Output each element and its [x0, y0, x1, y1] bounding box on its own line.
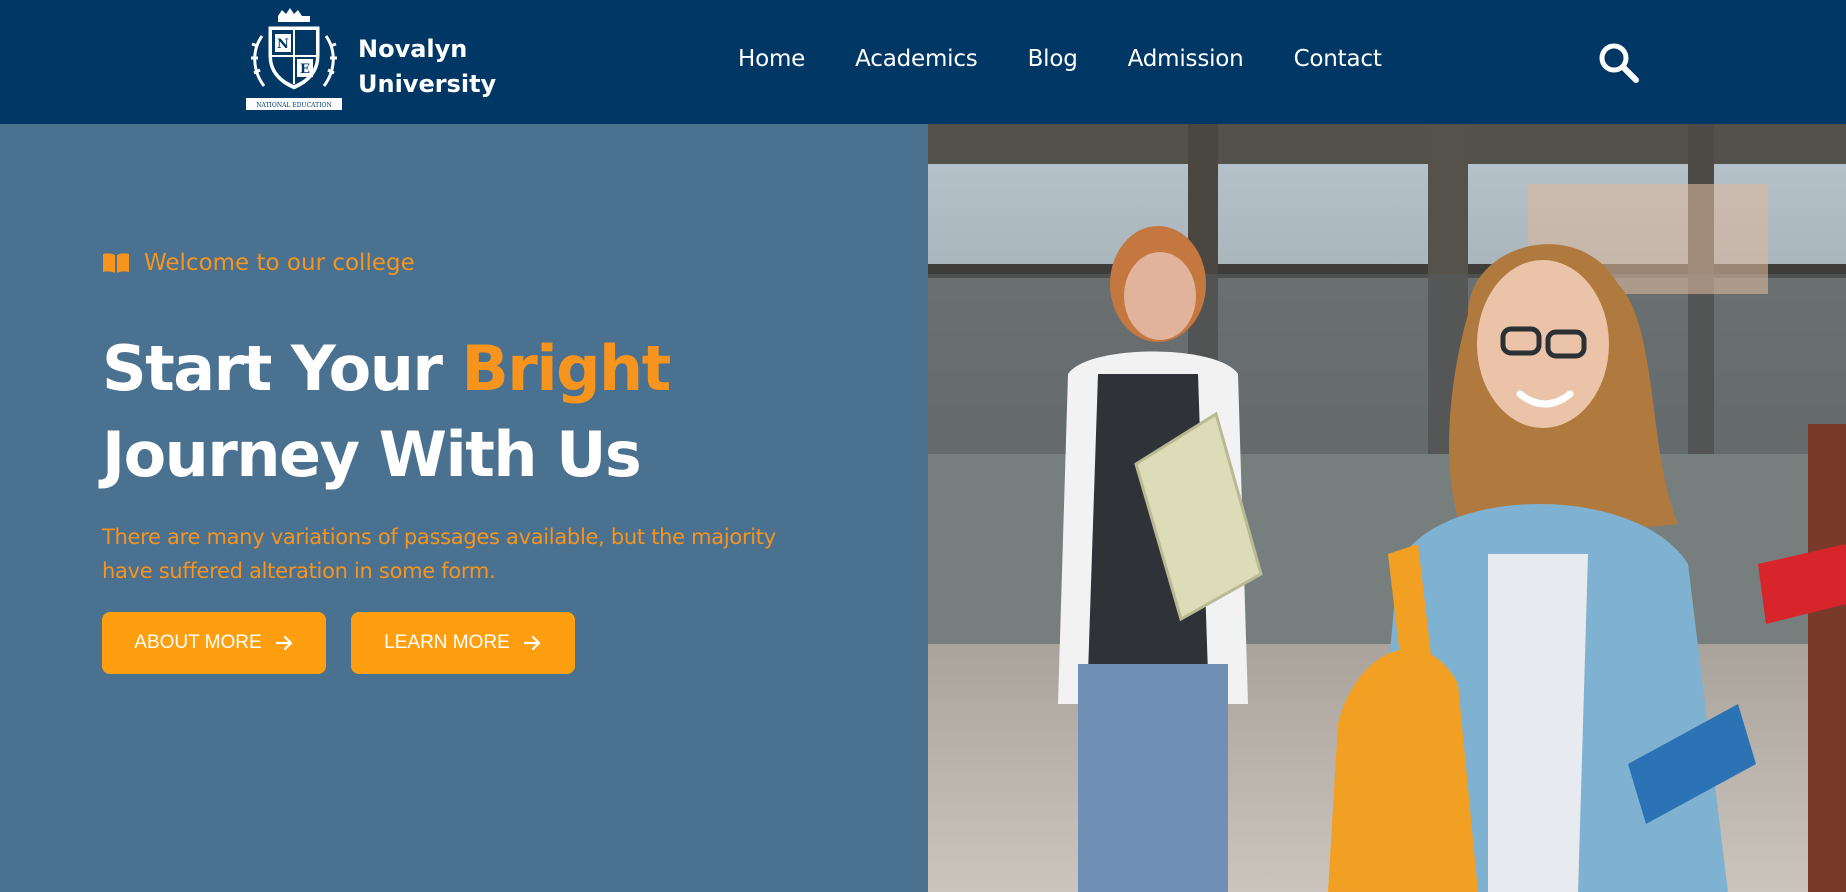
- nav-admission[interactable]: Admission: [1128, 46, 1244, 72]
- about-more-button[interactable]: ABOUT MORE: [102, 612, 326, 674]
- hero-title-part2: Journey With Us: [102, 418, 642, 491]
- brand-name-line2: University: [358, 70, 497, 98]
- brand-name[interactable]: Novalyn University: [358, 32, 496, 102]
- hero-title-part1: Start Your: [102, 332, 462, 405]
- hero-title: Start Your Bright Journey With Us: [102, 326, 672, 498]
- nav-blog[interactable]: Blog: [1028, 46, 1078, 72]
- nav-academics[interactable]: Academics: [855, 46, 978, 72]
- site-header: N E NATIONAL EDUCATION Novalyn Universit…: [0, 0, 1846, 124]
- crest-letter-n: N: [277, 37, 289, 52]
- arrow-right-icon: [523, 635, 540, 651]
- brand-name-line1: Novalyn: [358, 35, 468, 63]
- university-crest-logo[interactable]: N E NATIONAL EDUCATION: [238, 6, 350, 118]
- learn-more-label: LEARN MORE: [384, 632, 510, 653]
- crest-letter-e: E: [300, 62, 310, 77]
- learn-more-button[interactable]: LEARN MORE: [351, 612, 575, 674]
- hero-section: [0, 124, 928, 892]
- nav-contact[interactable]: Contact: [1294, 46, 1382, 72]
- nav-home[interactable]: Home: [738, 46, 805, 72]
- open-book-icon: [103, 253, 129, 273]
- hero-eyebrow: Welcome to our college: [102, 250, 415, 276]
- hero-eyebrow-text: Welcome to our college: [144, 250, 415, 276]
- main-nav: Home Academics Blog Admission Contact: [738, 46, 1432, 72]
- arrow-right-icon: [275, 635, 292, 651]
- search-icon[interactable]: [1596, 40, 1640, 84]
- about-more-label: ABOUT MORE: [134, 632, 262, 653]
- hero-students-photo: [928, 124, 1846, 892]
- hero-title-accent: Bright: [461, 332, 672, 405]
- hero-description: There are many variations of passages av…: [102, 525, 776, 583]
- crest-banner-text: NATIONAL EDUCATION: [256, 102, 331, 109]
